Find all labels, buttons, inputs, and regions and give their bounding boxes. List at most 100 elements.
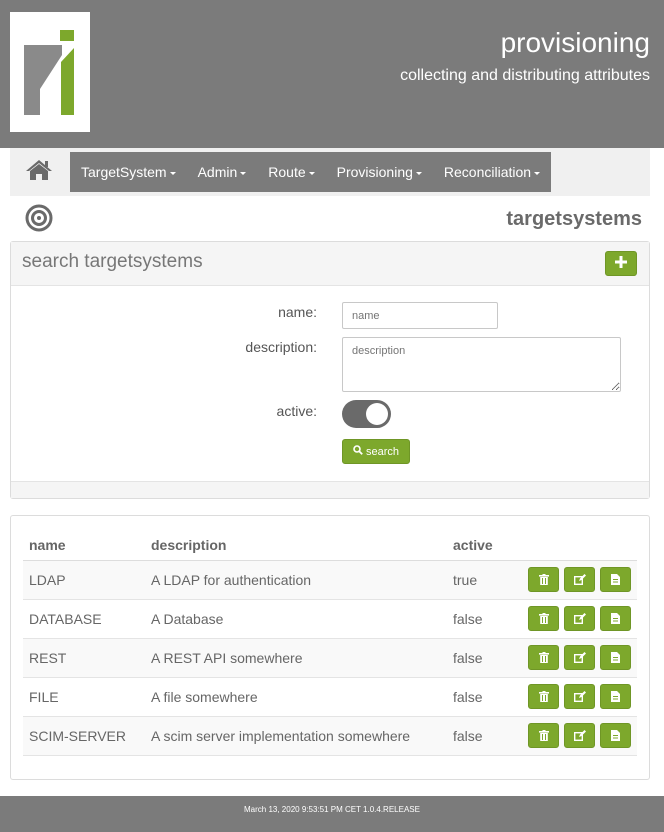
edit-button[interactable] — [564, 684, 595, 709]
page-title: targetsystems — [506, 208, 642, 230]
delete-button[interactable] — [528, 645, 559, 670]
view-button[interactable] — [600, 723, 631, 748]
cell-name: LDAP — [23, 560, 145, 600]
search-button-label: search — [365, 445, 400, 458]
trash-icon — [538, 611, 549, 627]
targetsystems-table: name description active LDAP A LDAP for … — [23, 530, 637, 756]
table-row: LDAP A LDAP for authentication true — [23, 560, 637, 600]
active-toggle[interactable] — [342, 400, 391, 428]
caret-down-icon — [415, 171, 422, 175]
view-button[interactable] — [600, 567, 631, 592]
delete-button[interactable] — [528, 606, 559, 631]
nav-label: TargetSystem — [81, 164, 167, 180]
description-input[interactable] — [342, 337, 621, 392]
search-panel: search targetsystems name: description: … — [10, 241, 650, 499]
view-button[interactable] — [600, 606, 631, 631]
caret-down-icon — [308, 171, 315, 175]
cell-actions — [517, 716, 637, 756]
delete-button[interactable] — [528, 723, 559, 748]
edit-icon — [573, 728, 586, 744]
navbar: TargetSystem Admin Route Provisioning Re… — [70, 152, 551, 192]
table-row: DATABASE A Database false — [23, 599, 637, 639]
cell-actions — [517, 560, 637, 600]
app-title: provisioning — [500, 27, 650, 58]
column-header-name[interactable]: name — [23, 530, 145, 561]
edit-button[interactable] — [564, 606, 595, 631]
description-label: description: — [245, 339, 317, 355]
document-icon — [611, 572, 620, 588]
cell-name: REST — [23, 638, 145, 678]
trash-icon — [538, 689, 549, 705]
nav-provisioning-dropdown[interactable]: Provisioning — [326, 152, 433, 192]
view-button[interactable] — [600, 684, 631, 709]
trash-icon — [538, 728, 549, 744]
cell-active: false — [447, 599, 517, 639]
view-button[interactable] — [600, 645, 631, 670]
nav-label: Admin — [197, 164, 238, 180]
search-panel-title: search targetsystems — [22, 251, 203, 272]
cell-description: A REST API somewhere — [145, 638, 447, 678]
page-footer: March 13, 2020 9:53:51 PM CET 1.0.4.RELE… — [0, 796, 664, 832]
cell-active: false — [447, 638, 517, 678]
document-icon — [611, 650, 620, 666]
delete-button[interactable] — [528, 684, 559, 709]
search-panel-header: search targetsystems — [11, 242, 649, 286]
search-panel-footer — [11, 481, 649, 498]
app-logo[interactable] — [10, 12, 90, 132]
name-input[interactable] — [342, 302, 498, 329]
nav-admin-dropdown[interactable]: Admin — [187, 152, 258, 192]
nav-label: Provisioning — [336, 164, 413, 180]
document-icon — [611, 689, 620, 705]
cell-description: A Database — [145, 599, 447, 639]
document-icon — [611, 611, 620, 627]
caret-down-icon — [534, 171, 541, 175]
search-icon — [353, 445, 363, 458]
delete-button[interactable] — [528, 567, 559, 592]
toggle-knob — [366, 403, 388, 425]
cell-active: true — [447, 560, 517, 600]
plus-icon — [615, 255, 627, 273]
home-link[interactable] — [22, 158, 56, 186]
cell-description: A LDAP for authentication — [145, 560, 447, 600]
target-icon — [25, 204, 53, 232]
table-row: FILE A file somewhere false — [23, 677, 637, 717]
add-targetsystem-button[interactable] — [605, 251, 637, 276]
edit-button[interactable] — [564, 567, 595, 592]
column-header-description[interactable]: description — [145, 530, 447, 561]
table-row: SCIM-SERVER A scim server implementation… — [23, 716, 637, 756]
cell-actions — [517, 599, 637, 639]
cell-description: A scim server implementation somewhere — [145, 716, 447, 756]
name-label: name: — [278, 304, 317, 320]
edit-button[interactable] — [564, 645, 595, 670]
edit-icon — [573, 689, 586, 705]
cell-active: false — [447, 716, 517, 756]
nav-route-dropdown[interactable]: Route — [257, 152, 325, 192]
cell-name: SCIM-SERVER — [23, 716, 145, 756]
edit-icon — [573, 650, 586, 666]
edit-icon — [573, 611, 586, 627]
search-button[interactable]: search — [342, 439, 410, 464]
nav-label: Route — [268, 164, 306, 180]
nav-targetsystem-dropdown[interactable]: TargetSystem — [70, 152, 187, 192]
caret-down-icon — [240, 171, 247, 175]
cell-name: FILE — [23, 677, 145, 717]
results-panel: name description active LDAP A LDAP for … — [10, 515, 650, 780]
caret-down-icon — [169, 171, 176, 175]
column-header-active[interactable]: active — [447, 530, 517, 561]
main-navigation: TargetSystem Admin Route Provisioning Re… — [10, 148, 650, 196]
cell-actions — [517, 677, 637, 717]
edit-button[interactable] — [564, 723, 595, 748]
active-label: active: — [276, 403, 317, 419]
app-subtitle: collecting and distributing attributes — [400, 67, 650, 84]
cell-name: DATABASE — [23, 599, 145, 639]
home-icon — [25, 158, 53, 187]
cell-actions — [517, 638, 637, 678]
app-header: provisioning collecting and distributing… — [0, 0, 664, 148]
edit-icon — [573, 572, 586, 588]
column-header-actions — [517, 530, 637, 561]
table-header-row: name description active — [23, 530, 637, 561]
nav-reconciliation-dropdown[interactable]: Reconciliation — [433, 152, 551, 192]
trash-icon — [538, 650, 549, 666]
cell-description: A file somewhere — [145, 677, 447, 717]
footer-version-text: March 13, 2020 9:53:51 PM CET 1.0.4.RELE… — [244, 805, 420, 814]
